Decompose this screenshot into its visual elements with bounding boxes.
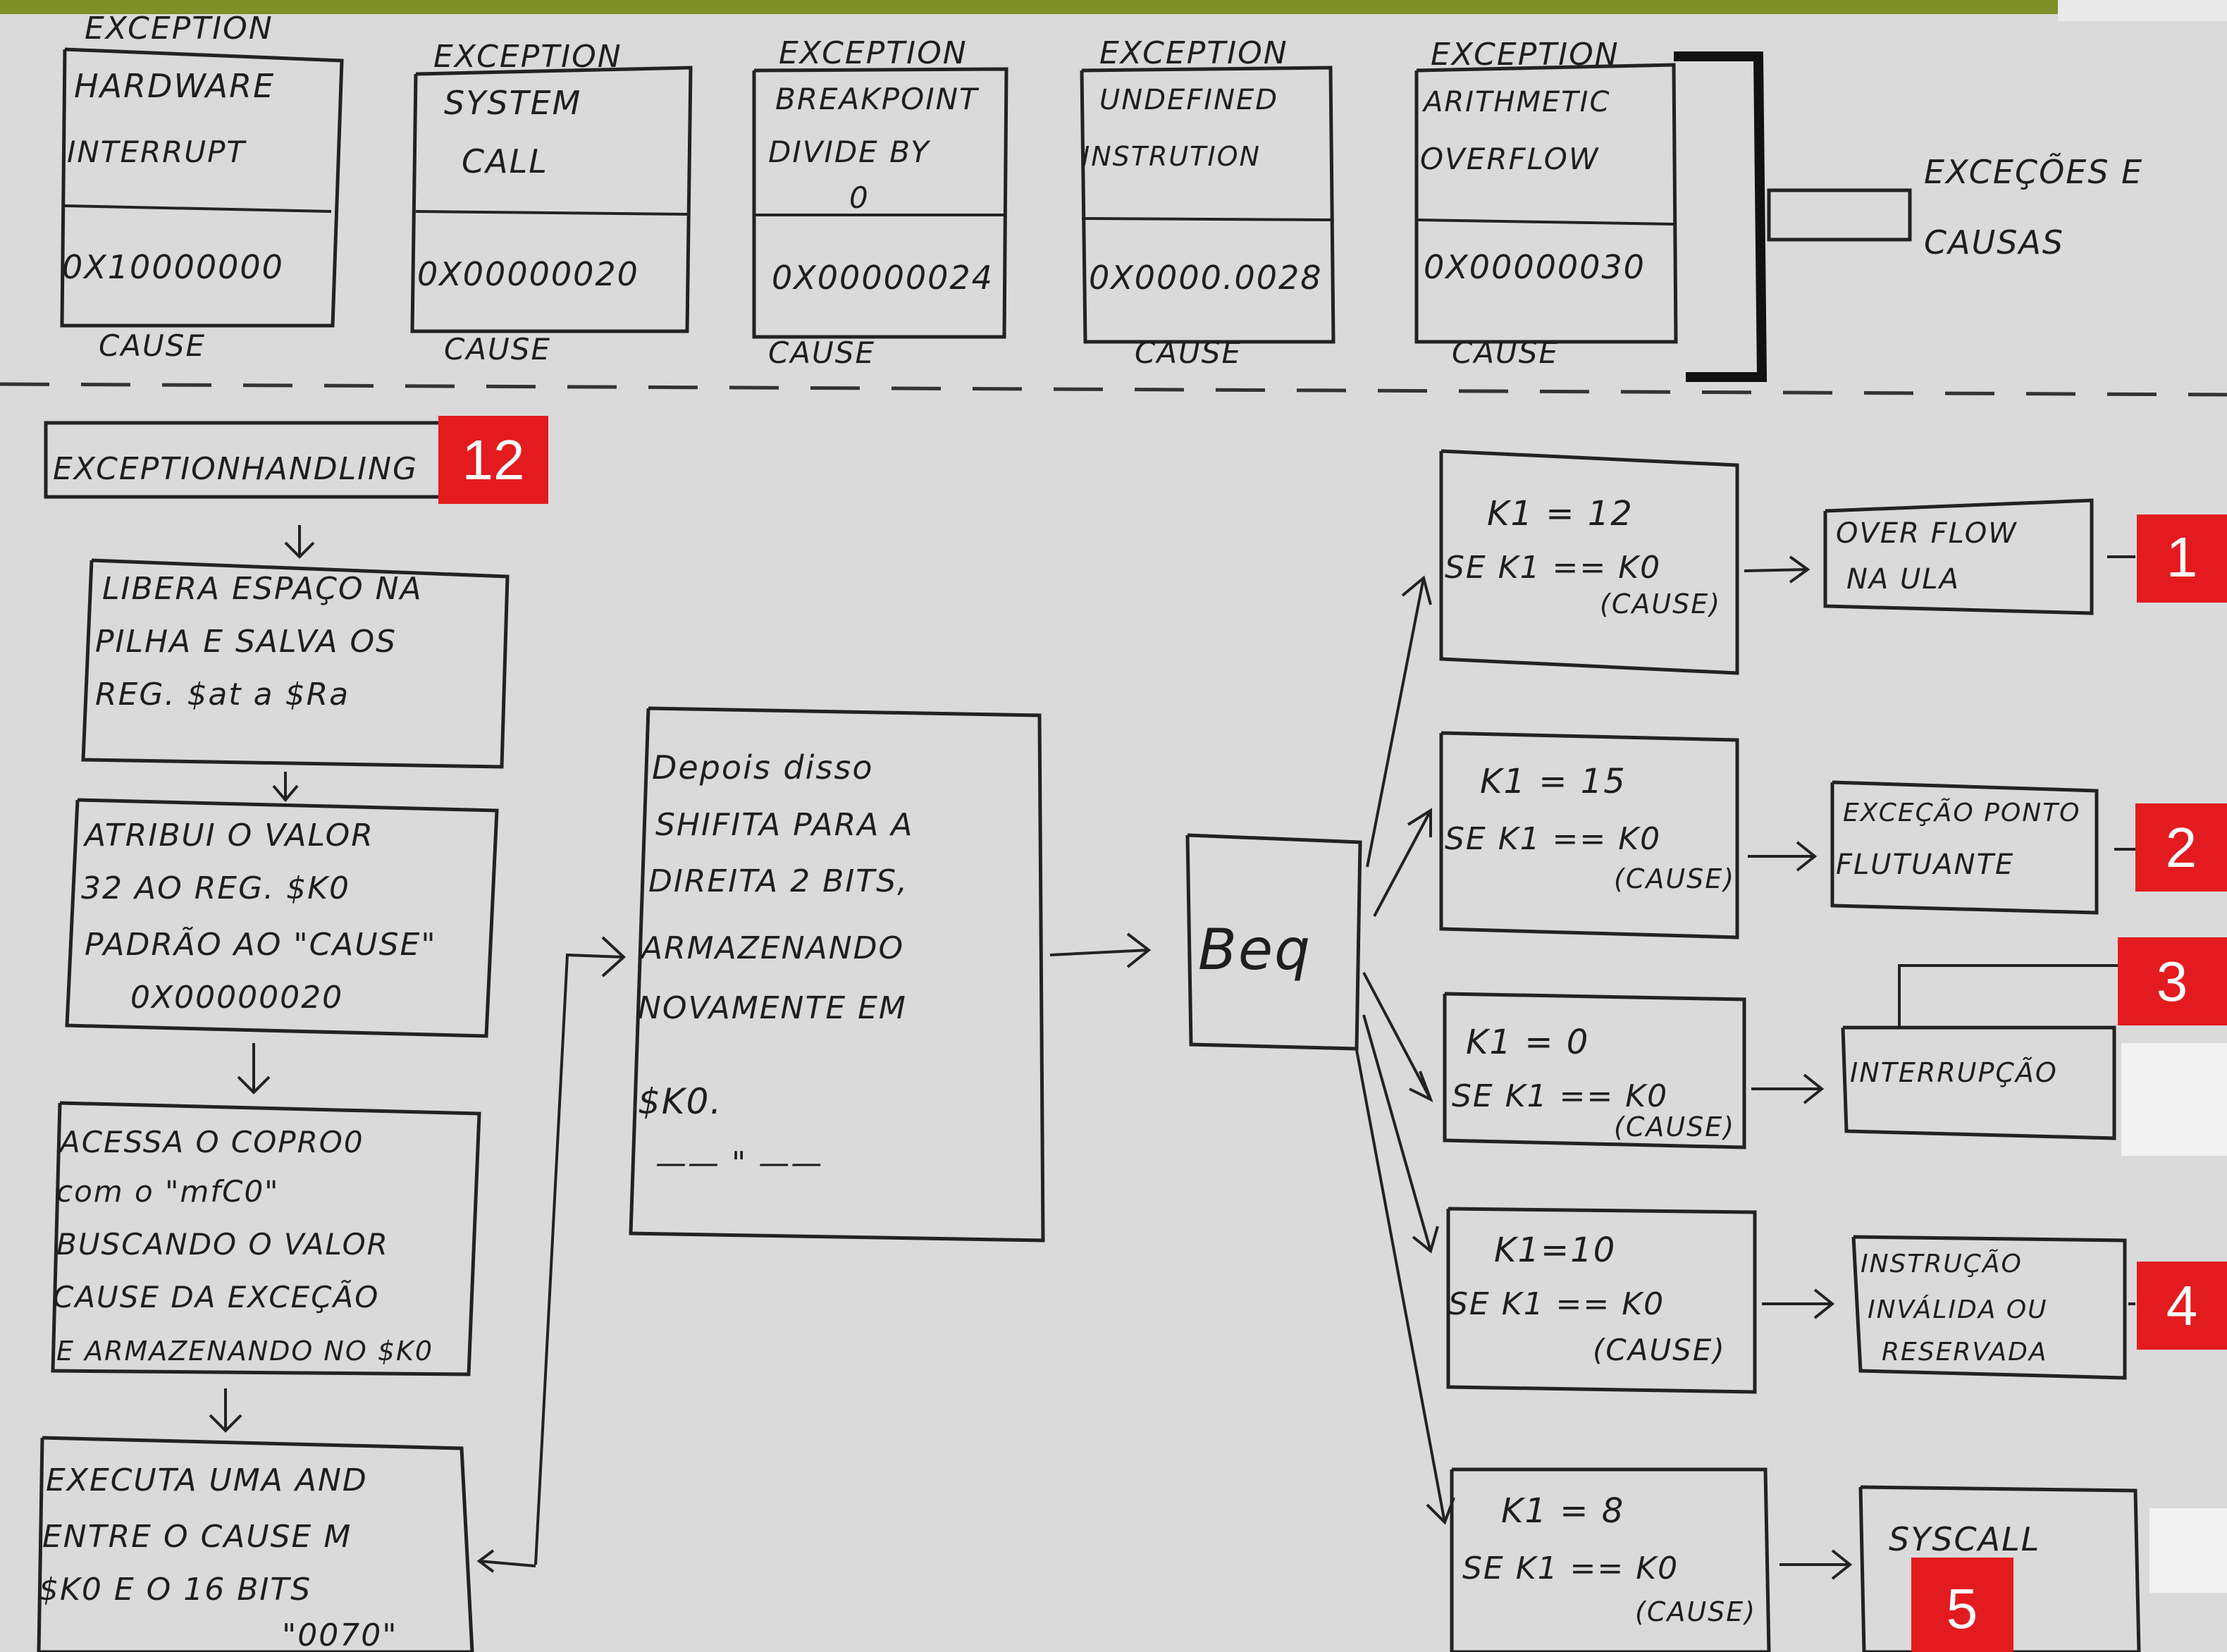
badge-2-text: 2	[2166, 816, 2197, 879]
exception-line: ARITHMETIC	[1421, 86, 1610, 118]
exception-code: 0X10000000	[62, 248, 284, 286]
branch-cond: SE K1 == K0	[1445, 821, 1661, 857]
branch-k: K1 = 8	[1501, 1491, 1624, 1531]
exception-line: DIVIDE BY	[768, 135, 931, 169]
result-line: EXCEÇÃO PONTO	[1843, 798, 2081, 827]
result-line: INVÁLIDA OU	[1868, 1295, 2048, 1324]
step-line: $K0 E O 16 BITS	[39, 1572, 311, 1608]
exception-line: 0	[849, 180, 870, 215]
result-line: INTERRUPÇÃO	[1850, 1057, 2058, 1088]
exception-code: 0X00000020	[417, 255, 639, 293]
branch-cause: (CAUSE)	[1635, 1596, 1756, 1627]
exception-footer: CAUSE	[1135, 335, 1242, 370]
branch-cond: SE K1 == K0	[1462, 1551, 1679, 1586]
result-line: FLUTUANTE	[1836, 849, 2014, 881]
note-line: ARMAZENANDO	[639, 930, 904, 966]
step-line: ENTRE O CAUSE M	[42, 1519, 352, 1555]
note-line: —— " ——	[655, 1145, 823, 1181]
step-line: "0070"	[282, 1617, 397, 1652]
beq-label: Beq	[1198, 917, 1312, 982]
badge-3: 3	[2118, 937, 2227, 1025]
note-line: $K0.	[638, 1081, 722, 1122]
badge-4-text: 4	[2166, 1274, 2198, 1337]
step-line: REG. $at a $Ra	[95, 677, 350, 713]
handwritten-diagram: EXCEPTION HARDWARE INTERRUPT 0X10000000 …	[0, 0, 2227, 1652]
branch-k: K1 = 0	[1466, 1023, 1589, 1062]
exception-code: 0X00000024	[772, 259, 994, 297]
step-line: PILHA E SALVA OS	[95, 624, 397, 660]
badge-1: 1	[2137, 514, 2227, 603]
branch-k: K1 = 15	[1480, 762, 1627, 801]
exception-footer: CAUSE	[99, 328, 206, 363]
badge-2: 2	[2135, 803, 2227, 892]
result-line: RESERVADA	[1882, 1338, 2048, 1367]
branch-cause: (CAUSE)	[1593, 1333, 1726, 1367]
exception-footer: CAUSE	[1452, 335, 1559, 370]
exception-line: UNDEFINED	[1099, 84, 1278, 116]
exception-line: OVERFLOW	[1420, 142, 1599, 176]
badge-3-text: 3	[2157, 950, 2188, 1013]
note-line: Depois disso	[652, 748, 874, 787]
result-line: INSTRUÇÃO	[1861, 1249, 2023, 1278]
step-line: LIBERA ESPAÇO NA	[102, 571, 423, 607]
note-line: SHIFITA PARA A	[655, 807, 913, 843]
badge-5: 5	[1911, 1558, 2013, 1652]
branch-cond: SE K1 == K0	[1448, 1286, 1665, 1322]
badge-12-text: 12	[462, 429, 525, 491]
step-line: com o "mfC0"	[56, 1174, 279, 1209]
branch-k: K1 = 12	[1487, 494, 1634, 534]
step-line: E ARMAZENANDO NO $K0	[56, 1336, 433, 1367]
exception-footer: CAUSE	[444, 332, 551, 366]
step-line: 0X00000020	[130, 980, 343, 1016]
badge-5-text: 5	[1947, 1577, 1978, 1640]
result-line: OVER FLOW	[1836, 517, 2018, 550]
exception-footer: CAUSE	[768, 335, 875, 370]
badge-12: 12	[438, 416, 548, 504]
result-line: NA ULA	[1846, 563, 1960, 596]
branch-cause: (CAUSE)	[1614, 863, 1735, 894]
step-line: PADRÃO AO "CAUSE"	[85, 926, 437, 963]
step-line: CAUSE DA EXCEÇÃO	[53, 1279, 379, 1314]
note-line: DIREITA 2 BITS,	[648, 863, 908, 899]
exception-header: EXCEPTION	[85, 11, 273, 47]
exception-header: EXCEPTION	[1099, 35, 1288, 71]
branch-cause: (CAUSE)	[1614, 1111, 1735, 1142]
exception-header: EXCEPTION	[779, 35, 968, 71]
exception-code: 0X00000030	[1424, 248, 1646, 286]
step-line: BUSCANDO O VALOR	[56, 1227, 389, 1262]
summary-label-line: CAUSAS	[1924, 223, 2064, 261]
exception-line: BREAKPOINT	[775, 82, 980, 116]
handling-title: EXCEPTIONHANDLING	[53, 451, 418, 487]
step-line: ACESSA O COPRO0	[58, 1125, 364, 1159]
exception-line: CALL	[462, 142, 548, 180]
exception-line: SYSTEM	[444, 84, 581, 122]
badge-1-text: 1	[2166, 526, 2198, 588]
exception-line: INTERRUPT	[67, 135, 247, 169]
result-line: SYSCALL	[1889, 1520, 2040, 1558]
branch-k: K1=10	[1494, 1231, 1616, 1270]
exception-code: 0X0000.0028	[1089, 259, 1323, 297]
branch-cond: SE K1 == K0	[1445, 550, 1661, 586]
badge-4: 4	[2137, 1262, 2227, 1350]
branch-cond: SE K1 == K0	[1452, 1078, 1668, 1114]
step-line: EXECUTA UMA AND	[46, 1462, 368, 1498]
step-line: 32 AO REG. $K0	[81, 870, 350, 906]
exception-line: HARDWARE	[74, 67, 275, 105]
step-line: ATRIBUI O VALOR	[82, 818, 374, 853]
exception-line: INSTRUTION	[1082, 141, 1261, 172]
branch-cause: (CAUSE)	[1600, 588, 1721, 620]
paper-top-edge	[0, 0, 2227, 14]
note-line: NOVAMENTE EM	[638, 990, 907, 1026]
summary-label-line: EXCEÇÕES E	[1924, 153, 2143, 191]
